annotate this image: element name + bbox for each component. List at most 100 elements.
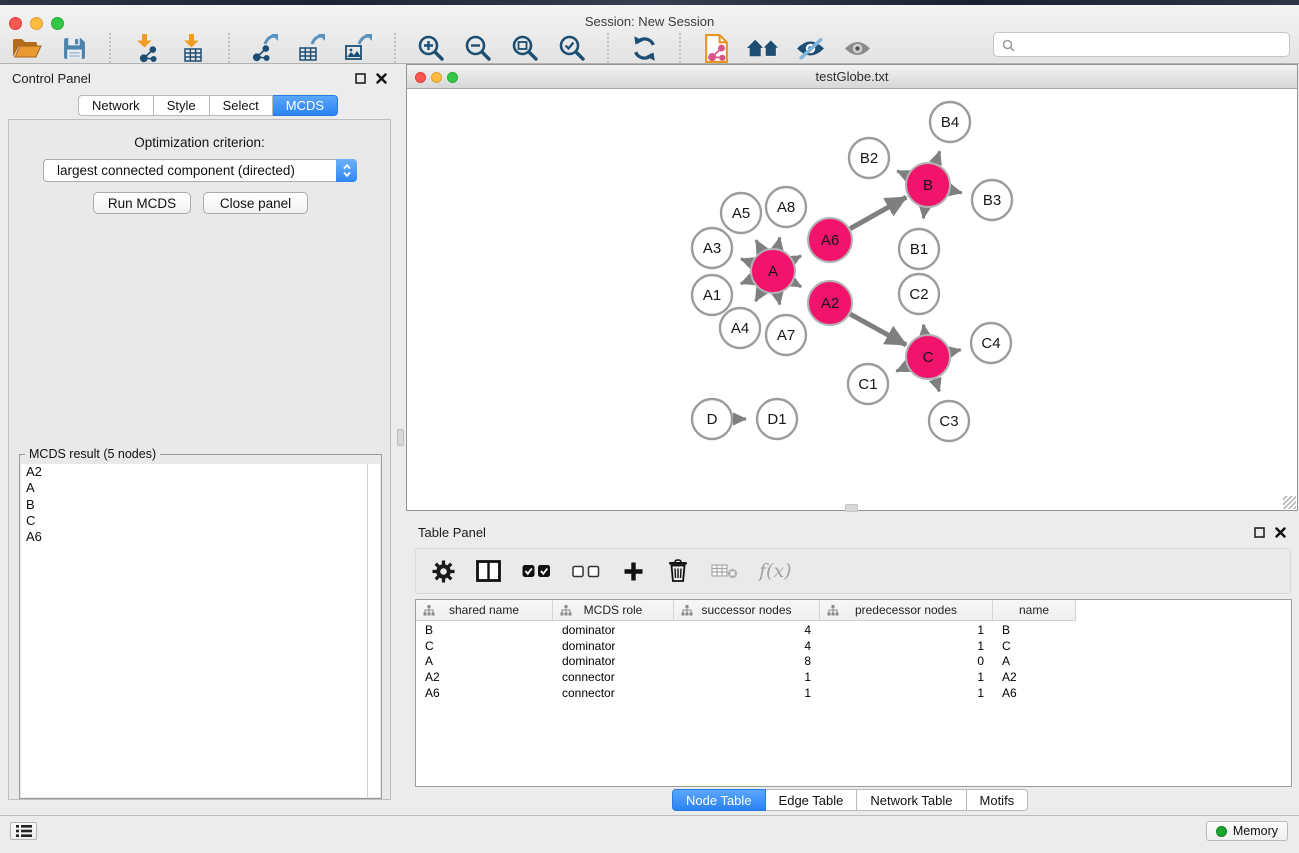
graph-node-A5[interactable]: A5 (721, 193, 761, 233)
save-session-icon[interactable] (57, 31, 91, 65)
mcds-result-item[interactable]: A2 (21, 464, 380, 480)
graph-edge-A-A8[interactable] (778, 237, 780, 248)
zoom-selected-icon[interactable] (555, 31, 589, 65)
table-cell[interactable]: dominator (553, 654, 674, 668)
column-header-successor-nodes[interactable]: successor nodes (674, 600, 820, 620)
table-cell[interactable]: 8 (674, 654, 820, 668)
refresh-view-icon[interactable] (627, 31, 661, 65)
run-mcds-button[interactable]: Run MCDS (93, 192, 191, 214)
float-panel-icon[interactable] (355, 73, 366, 84)
split-columns-icon[interactable] (476, 560, 501, 582)
add-column-icon[interactable] (621, 561, 645, 582)
table-row[interactable]: A6connector11A6 (416, 685, 1291, 701)
close-panel-button[interactable]: Close panel (203, 192, 308, 214)
table-cell[interactable]: A6 (416, 686, 553, 700)
table-cell[interactable]: C (993, 639, 1076, 653)
table-cell[interactable]: dominator (553, 639, 674, 653)
table-cell[interactable]: 1 (820, 623, 993, 637)
horizontal-splitter-handle[interactable] (845, 504, 858, 512)
table-cell[interactable]: 1 (820, 639, 993, 653)
vertical-splitter-handle[interactable] (397, 429, 404, 446)
graph-node-A2[interactable]: A2 (808, 281, 852, 325)
network-window-titlebar[interactable]: testGlobe.txt (407, 65, 1297, 89)
zoom-fit-icon[interactable] (508, 31, 542, 65)
table-cell[interactable]: B (993, 623, 1076, 637)
graph-node-B1[interactable]: B1 (899, 229, 939, 269)
task-history-button[interactable] (10, 822, 37, 840)
graph-edge-A-A3[interactable] (741, 259, 752, 263)
graph-node-C3[interactable]: C3 (929, 401, 969, 441)
graph-node-B4[interactable]: B4 (930, 102, 970, 142)
home-overview-icon[interactable] (746, 31, 780, 65)
graph-node-C1[interactable]: C1 (848, 364, 888, 404)
tab-network-table[interactable]: Network Table (857, 789, 966, 811)
graph-edge-A-A2[interactable] (793, 282, 801, 287)
graph-node-C[interactable]: C (906, 335, 950, 379)
table-cell[interactable]: 0 (820, 654, 993, 668)
float-panel-icon[interactable] (1254, 527, 1265, 538)
table-cell[interactable]: A2 (993, 670, 1076, 684)
table-cell[interactable]: 1 (820, 670, 993, 684)
graph-edge-A-A5[interactable] (756, 240, 762, 251)
table-cell[interactable]: 4 (674, 623, 820, 637)
table-cell[interactable]: dominator (553, 623, 674, 637)
network-document-icon[interactable] (699, 31, 733, 65)
resize-grip[interactable] (1283, 496, 1296, 509)
graph-node-A1[interactable]: A1 (692, 275, 732, 315)
eye-icon[interactable] (840, 31, 874, 65)
graph-edge-C-C3[interactable] (935, 379, 939, 392)
tab-motifs[interactable]: Motifs (967, 789, 1029, 811)
delete-column-icon[interactable] (666, 559, 690, 583)
optimization-criterion-dropdown[interactable]: largest connected component (directed) (43, 159, 357, 182)
zoom-in-icon[interactable] (414, 31, 448, 65)
network-canvas[interactable]: AA1A2A3A4A5A6A7A8BB1B2B3B4CC1C2C3C4DD1 (407, 90, 1297, 510)
graph-node-A[interactable]: A (751, 249, 795, 293)
graph-node-A6[interactable]: A6 (808, 218, 852, 262)
mcds-result-item[interactable]: B (21, 497, 380, 513)
graph-edge-A2-C[interactable] (850, 314, 906, 345)
table-cell[interactable]: A6 (993, 686, 1076, 700)
table-row[interactable]: Adominator80A (416, 654, 1291, 670)
graph-node-A8[interactable]: A8 (766, 187, 806, 227)
table-cell[interactable]: 4 (674, 639, 820, 653)
table-cell[interactable]: 1 (674, 686, 820, 700)
table-cell[interactable]: C (416, 639, 553, 653)
table-row[interactable]: Bdominator41B (416, 622, 1291, 638)
deselect-all-icon[interactable] (572, 565, 600, 578)
table-cell[interactable]: B (416, 623, 553, 637)
graph-edge-A6-B[interactable] (850, 197, 906, 229)
graph-edge-C-C1[interactable] (896, 366, 907, 371)
export-table-icon[interactable] (295, 31, 329, 65)
search-input[interactable] (1020, 34, 1284, 55)
settings-gear-icon[interactable] (431, 560, 455, 583)
table-cell[interactable]: A (416, 654, 553, 668)
graph-edge-B-B1[interactable] (923, 208, 925, 219)
graph-node-D1[interactable]: D1 (757, 399, 797, 439)
column-header-mcds-role[interactable]: MCDS role (553, 600, 674, 620)
close-panel-icon[interactable] (1275, 527, 1286, 538)
import-network-icon[interactable] (129, 31, 163, 65)
mcds-result-list[interactable]: A2ABCA6 (21, 464, 380, 797)
mcds-result-item[interactable]: C (21, 513, 380, 529)
column-header-shared-name[interactable]: shared name (416, 600, 553, 620)
graph-node-A3[interactable]: A3 (692, 228, 732, 268)
graph-edge-A-A4[interactable] (756, 291, 762, 301)
tab-network[interactable]: Network (78, 95, 154, 116)
table-cell[interactable]: A (993, 654, 1076, 668)
scrollbar-gutter[interactable] (367, 464, 380, 797)
graph-edge-B-B4[interactable] (936, 151, 940, 163)
mcds-result-item[interactable]: A (21, 480, 380, 496)
table-cell[interactable]: 1 (820, 686, 993, 700)
graph-node-B3[interactable]: B3 (972, 180, 1012, 220)
graph-node-B2[interactable]: B2 (849, 138, 889, 178)
graph-node-C2[interactable]: C2 (899, 274, 939, 314)
tab-style[interactable]: Style (154, 95, 210, 116)
graph-edge-A-A1[interactable] (741, 279, 752, 283)
tab-node-table[interactable]: Node Table (672, 789, 766, 811)
graph-node-A4[interactable]: A4 (720, 308, 760, 348)
eye-slash-icon[interactable] (793, 31, 827, 65)
tab-select[interactable]: Select (210, 95, 273, 116)
table-cell[interactable]: 1 (674, 670, 820, 684)
table-cell[interactable]: connector (553, 670, 674, 684)
graph-edge-A-A6[interactable] (793, 256, 801, 260)
